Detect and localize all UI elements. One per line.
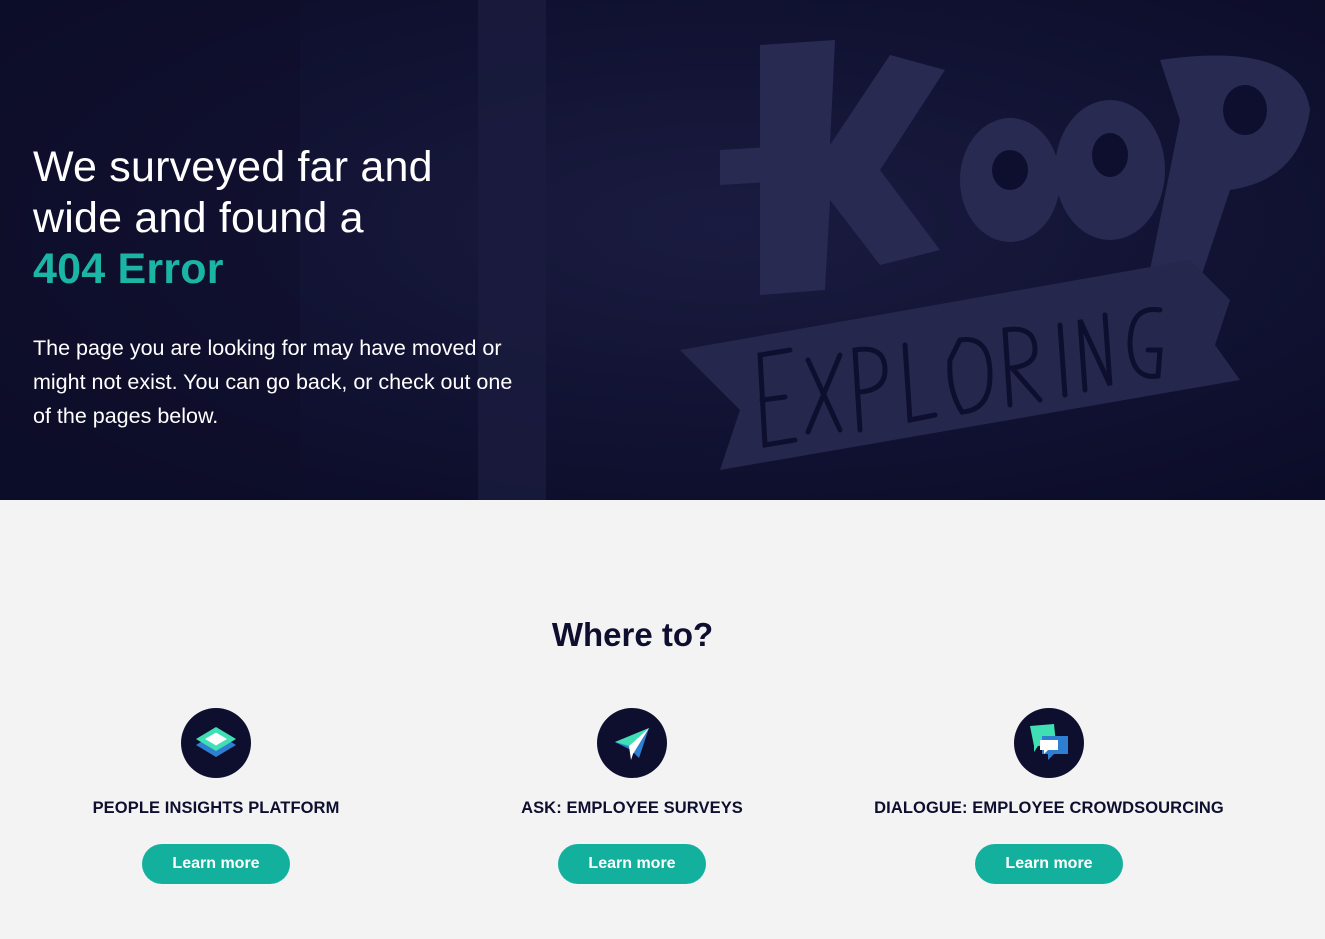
chat-bubbles-icon <box>1014 708 1084 778</box>
card-dialogue-crowdsourcing: DIALOGUE: EMPLOYEE CROWDSOURCING Learn m… <box>849 708 1249 884</box>
section-title: Where to? <box>551 616 714 653</box>
learn-more-button[interactable]: Learn more <box>558 844 706 884</box>
paper-plane-icon <box>597 708 667 778</box>
hero-text-block: We surveyed far and wide and found a 404… <box>33 142 533 433</box>
card-title: ASK: EMPLOYEE SURVEYS <box>521 799 743 817</box>
headline-line-2: wide and found a <box>33 194 364 242</box>
headline-line-1: We surveyed far and <box>33 143 433 191</box>
card-ask-surveys: ASK: EMPLOYEE SURVEYS Learn more <box>432 708 832 884</box>
card-title: PEOPLE INSIGHTS PLATFORM <box>92 799 340 817</box>
error-description: The page you are looking for may have mo… <box>33 336 513 428</box>
card-people-insights: PEOPLE INSIGHTS PLATFORM Learn more <box>16 708 416 884</box>
learn-more-button[interactable]: Learn more <box>142 844 290 884</box>
page-headline: We surveyed far and wide and found a 404… <box>33 142 533 295</box>
layers-icon <box>181 708 251 778</box>
card-title: DIALOGUE: EMPLOYEE CROWDSOURCING <box>874 799 1224 817</box>
learn-more-button[interactable]: Learn more <box>975 844 1123 884</box>
error-code-heading: 404 Error <box>33 245 224 293</box>
hero-banner: We surveyed far and wide and found a 404… <box>0 0 1325 500</box>
destinations-section: Where to? PEOPLE INSIGHTS PLATFORM Learn… <box>0 500 1325 939</box>
